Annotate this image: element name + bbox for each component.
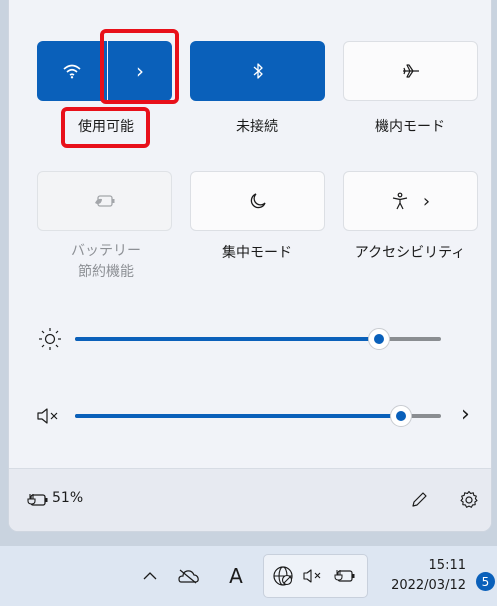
battery-saver-label: バッテリー 節約機能 (40, 241, 172, 283)
volume-output-chevron-icon[interactable]: › (461, 402, 470, 427)
chevron-right-icon: › (422, 190, 431, 212)
clock-time: 15:11 (428, 558, 466, 573)
brightness-slider-fill (75, 337, 379, 341)
battery-saver-icon (94, 195, 114, 207)
notification-badge[interactable]: 5 (476, 572, 495, 591)
ime-mode-button[interactable]: A (222, 546, 250, 606)
volume-slider[interactable] (75, 405, 441, 427)
brightness-icon (39, 328, 61, 350)
clock-button[interactable]: 15:11 2022/03/12 (374, 556, 466, 598)
battery-saver-label-line1: バッテリー (71, 243, 141, 259)
speaker-muted-icon[interactable] (35, 406, 61, 426)
accessibility-button[interactable]: › (343, 171, 478, 231)
settings-gear-icon[interactable] (459, 490, 479, 510)
airplane-mode-button[interactable] (343, 41, 478, 101)
volume-slider-fill (75, 414, 401, 418)
quick-settings-panel: › 使用可能 未接続 機内モード › バッテリー 節約機能 集中モード アクセシ… (8, 0, 492, 532)
chevron-up-icon (143, 572, 157, 580)
bluetooth-icon (253, 63, 263, 79)
wifi-toggle-button[interactable] (37, 41, 107, 101)
quick-settings-footer: 51% (9, 468, 491, 531)
battery-saver-button[interactable] (37, 171, 172, 231)
ime-indicator: A (229, 564, 243, 588)
speaker-muted-icon (303, 569, 321, 583)
notification-count: 5 (481, 574, 490, 589)
globe-no-internet-icon (273, 566, 293, 586)
focus-mode-label: 集中モード (222, 245, 292, 261)
bluetooth-status-label: 未接続 (236, 119, 278, 135)
airplane-icon (402, 64, 419, 78)
accessibility-icon (392, 192, 408, 210)
taskbar: A 15:11 2022/03/12 5 (0, 546, 497, 606)
accessibility-label: アクセシビリティ (354, 245, 466, 261)
moon-icon (250, 193, 266, 209)
focus-mode-button[interactable] (190, 171, 325, 231)
brightness-slider-thumb[interactable] (367, 328, 390, 350)
onedrive-tray-button[interactable] (172, 546, 204, 606)
system-tray-group[interactable] (263, 554, 368, 598)
clock-date: 2022/03/12 (391, 578, 466, 593)
volume-slider-thumb[interactable] (389, 405, 412, 427)
battery-charging-icon (334, 570, 355, 582)
edit-pencil-icon[interactable] (410, 491, 428, 509)
brightness-slider[interactable] (75, 328, 441, 350)
show-hidden-icons-button[interactable] (138, 546, 162, 606)
battery-saver-label-line2: 節約機能 (78, 264, 134, 280)
highlight-box-wifi-expand (100, 29, 179, 104)
airplane-mode-label: 機内モード (375, 119, 445, 135)
wifi-icon (63, 64, 81, 79)
battery-charging-icon (27, 494, 48, 506)
bluetooth-toggle-button[interactable] (190, 41, 325, 101)
battery-percentage[interactable]: 51% (52, 490, 83, 506)
onedrive-offline-icon (178, 569, 199, 584)
highlight-box-wifi-label (61, 107, 150, 148)
